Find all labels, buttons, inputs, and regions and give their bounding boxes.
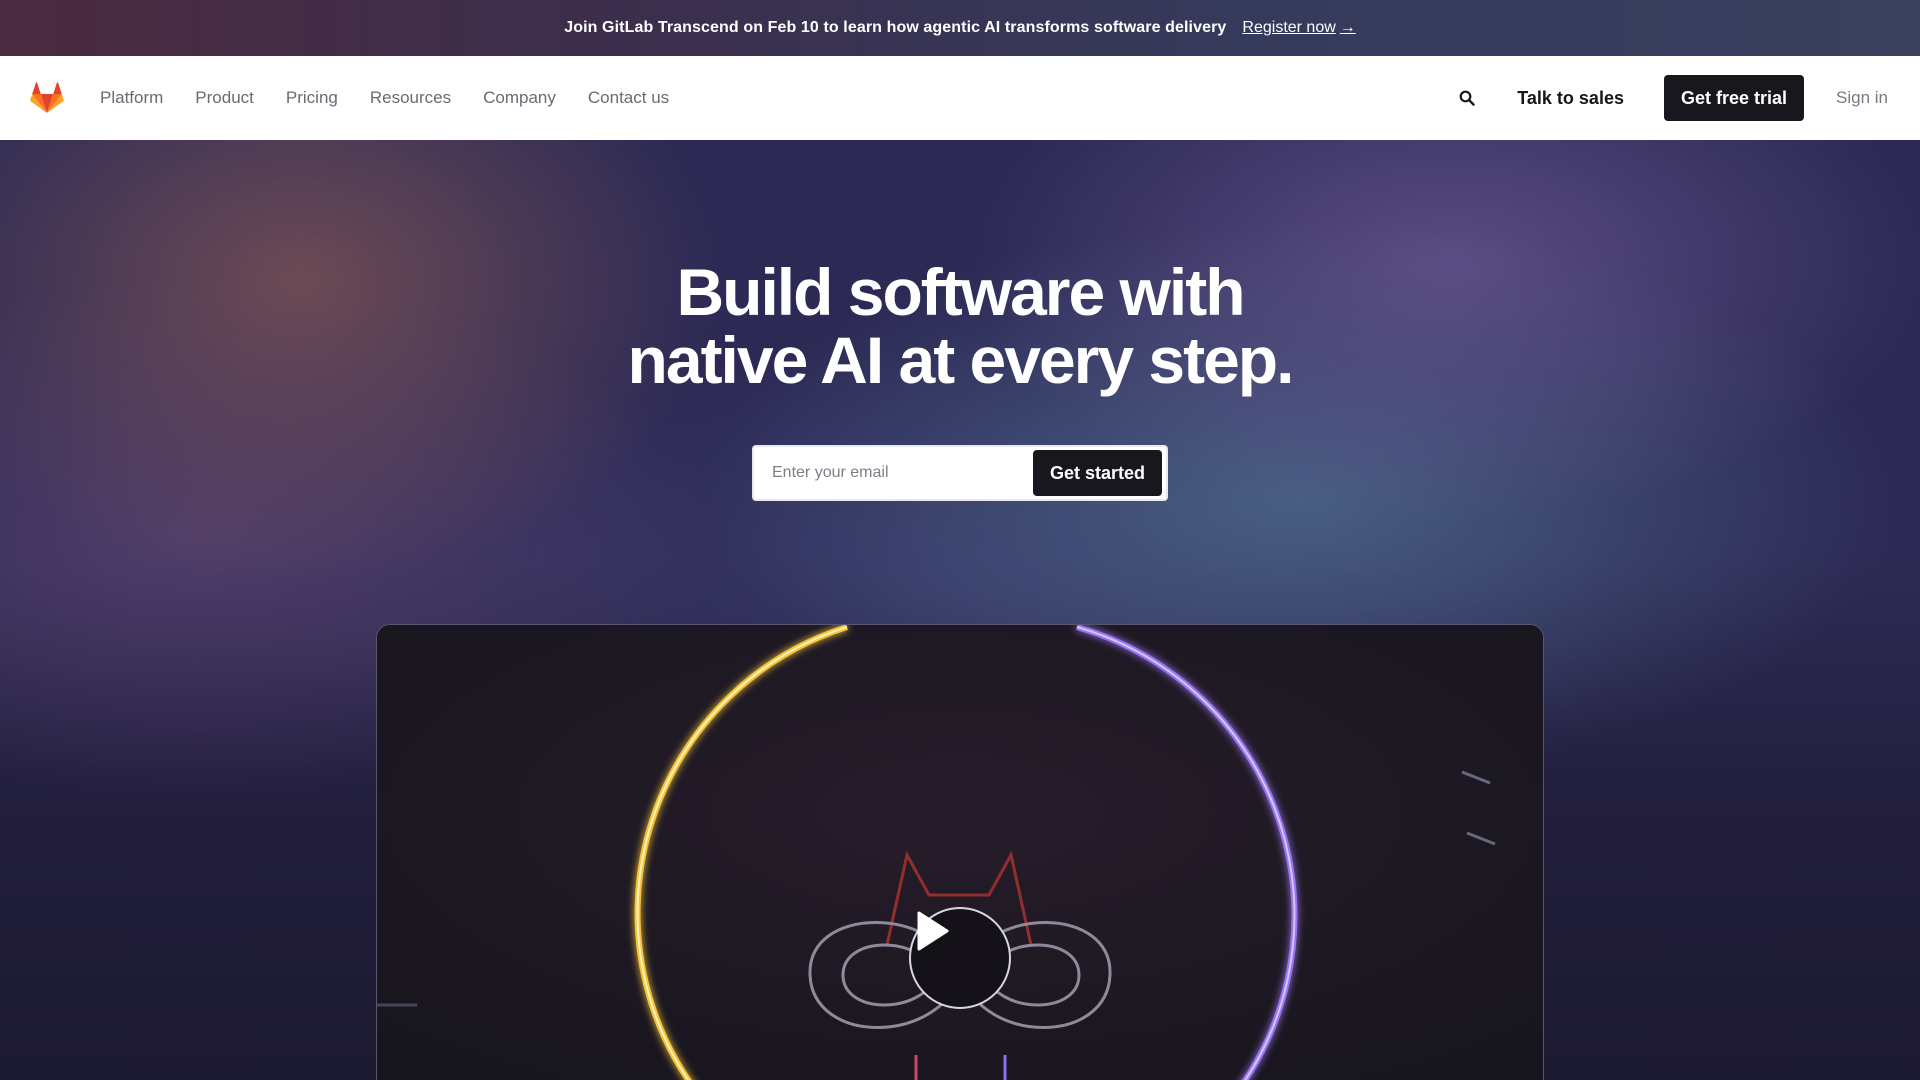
nav-actions: Talk to sales Get free trial Sign in [1449,75,1888,121]
hero-title: Build software with native AI at every s… [0,258,1920,394]
nav-link-product[interactable]: Product [179,88,270,108]
nav-link-contact-us[interactable]: Contact us [572,88,685,108]
video-thumbnail-art [377,625,1543,1080]
top-nav: Platform Product Pricing Resources Compa… [0,56,1920,140]
gitlab-logo[interactable] [30,80,66,116]
email-input[interactable] [772,464,1033,482]
banner-text: Join GitLab Transcend on Feb 10 to learn… [564,19,1227,36]
nav-link-resources[interactable]: Resources [354,88,467,108]
get-started-button[interactable]: Get started [1032,450,1162,496]
arrow-right-icon: → [1339,19,1356,36]
nav-link-company[interactable]: Company [467,88,572,108]
talk-to-sales-link[interactable]: Talk to sales [1517,88,1624,109]
gitlab-tanuki-icon [30,82,64,113]
register-now-link[interactable]: Register now → [1242,19,1355,37]
announcement-banner: Join GitLab Transcend on Feb 10 to learn… [0,0,1920,56]
play-button[interactable] [909,907,1011,1009]
hero-section: Build software with native AI at every s… [0,140,1920,1080]
search-button[interactable] [1449,80,1485,116]
email-signup-form: Get started [752,445,1168,501]
get-free-trial-button[interactable]: Get free trial [1663,75,1805,121]
play-icon [917,911,949,951]
register-now-label: Register now [1242,19,1336,36]
nav-link-pricing[interactable]: Pricing [270,88,354,108]
search-icon [1459,90,1475,106]
hero-title-line-1: Build software with [676,255,1245,329]
hero-title-line-2: native AI at every step. [627,323,1295,397]
video-player[interactable] [376,624,1544,1080]
nav-links: Platform Product Pricing Resources Compa… [84,88,685,108]
nav-link-platform[interactable]: Platform [84,88,179,108]
sign-in-link[interactable]: Sign in [1836,88,1888,108]
